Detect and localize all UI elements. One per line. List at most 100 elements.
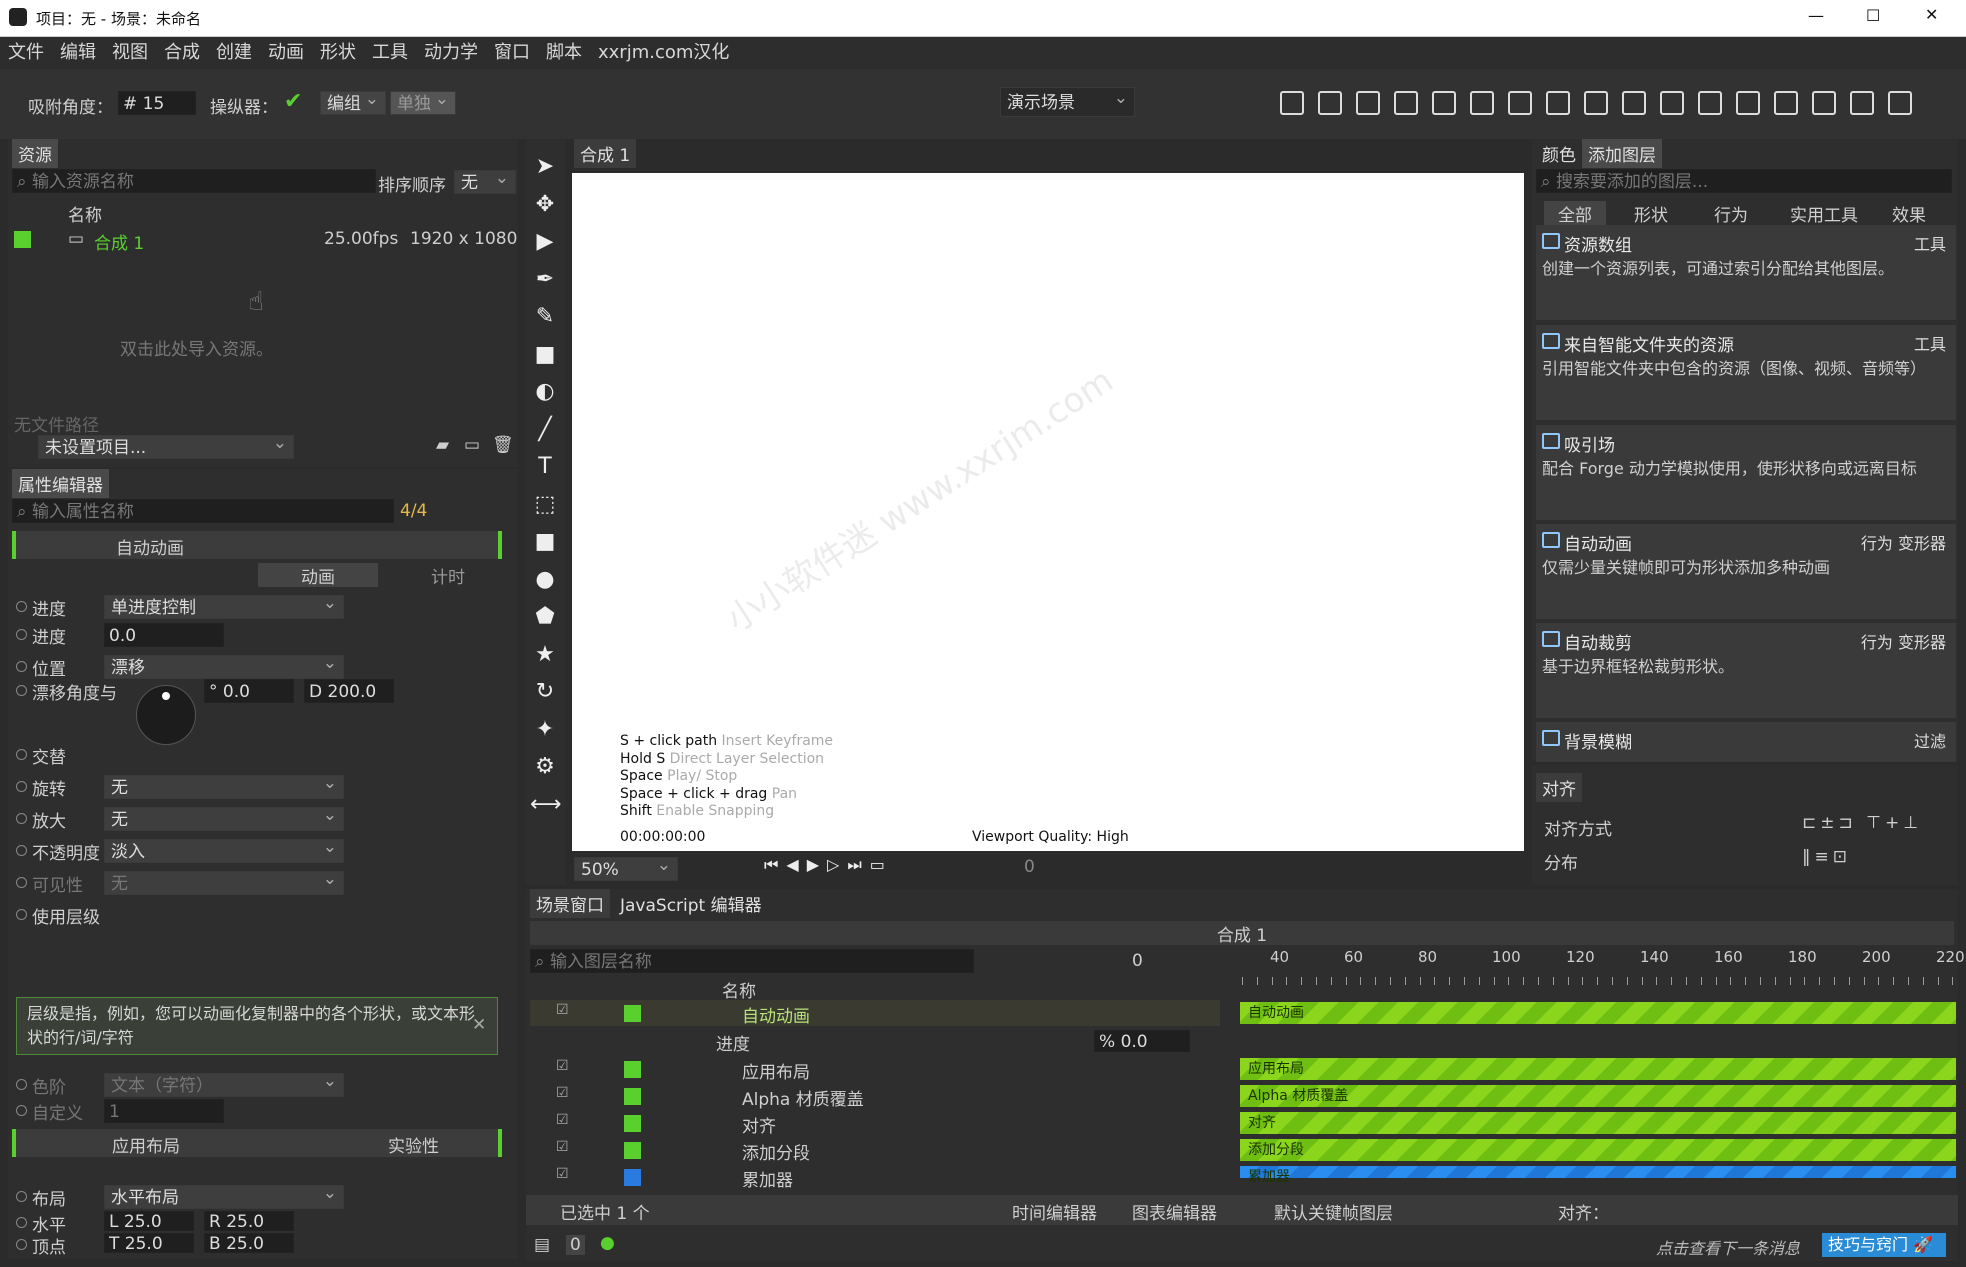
menu-create[interactable]: 创建 xyxy=(208,37,260,69)
menu-script[interactable]: 脚本 xyxy=(538,37,590,69)
timeline-layer-name[interactable]: 累加器 xyxy=(742,1166,793,1191)
visibility-check-icon[interactable]: ☑ xyxy=(556,1139,569,1155)
filter-tab[interactable]: 形状 xyxy=(1620,201,1682,226)
prop-select[interactable]: 无 xyxy=(104,804,344,831)
chart-icon[interactable] xyxy=(1622,91,1646,115)
props-tab[interactable]: 属性编辑器 xyxy=(12,469,109,498)
filter-tab[interactable]: 效果 xyxy=(1878,201,1940,226)
layer-card[interactable]: 资源数组 工具 创建一个资源列表，可通过索引分配给其他图层。 xyxy=(1536,225,1956,320)
menu-view[interactable]: 视图 xyxy=(104,37,156,69)
circle-half-tool-icon[interactable]: ◐ xyxy=(530,377,560,407)
js-editor-tab[interactable]: JavaScript 编辑器 xyxy=(614,889,768,918)
menu-shape[interactable]: 形状 xyxy=(312,37,364,69)
align-tab[interactable]: 对齐 xyxy=(1536,773,1582,802)
manipulator-check-icon[interactable]: ✔ xyxy=(284,89,302,114)
gear-tool-icon[interactable]: ⚙ xyxy=(530,752,560,782)
layer-duration-bar[interactable]: 累加器 xyxy=(1240,1166,1956,1185)
pencil-tool-icon[interactable]: ✎ xyxy=(530,302,560,332)
visibility-check-icon[interactable]: ☑ xyxy=(556,1166,569,1182)
prop-select[interactable]: 水平布局 xyxy=(104,1182,344,1209)
align-buttons-icon[interactable]: ⊏±⊐ ⊤+⊥ xyxy=(1802,813,1922,833)
rectangle-tool-icon[interactable]: ■ xyxy=(530,527,560,557)
drift-dial[interactable] xyxy=(136,685,196,745)
add-layer-tab[interactable]: 添加图层 xyxy=(1582,139,1662,168)
margin-l-field[interactable]: L 25.0 xyxy=(104,1211,194,1231)
anchor-icon[interactable] xyxy=(1660,91,1684,115)
f-frame-icon[interactable] xyxy=(1356,91,1380,115)
layer-card[interactable]: 自动动画 行为 变形器 仅需少量关键帧即可为形状添加多种动画 xyxy=(1536,524,1956,619)
time-editor-button[interactable]: 时间编辑器 xyxy=(1012,1199,1097,1224)
direct-select-tool-icon[interactable]: ▶ xyxy=(530,227,560,257)
visibility-check-icon[interactable]: ☑ xyxy=(556,1058,569,1074)
layer-search-input[interactable]: ⌕ 搜索要添加的图层... xyxy=(1536,169,1952,193)
cube-icon[interactable] xyxy=(1318,91,1342,115)
layer-header[interactable]: 自动动画 xyxy=(12,531,502,559)
align-bar-icon[interactable] xyxy=(1470,91,1494,115)
prop-select[interactable]: 淡入 xyxy=(104,836,344,863)
arrow-right-icon[interactable] xyxy=(1432,91,1456,115)
project-select[interactable]: 未设置项目... xyxy=(38,432,294,459)
tab-animation[interactable]: 动画 xyxy=(258,563,378,588)
asset-search-input[interactable]: ⌕ 输入资源名称 xyxy=(12,169,376,193)
prop-select[interactable]: 漂移 xyxy=(104,652,344,679)
group-button[interactable]: 编组 xyxy=(320,88,386,115)
close-hint-icon[interactable]: ✕ xyxy=(472,1015,486,1035)
prop-radio[interactable] xyxy=(16,909,27,920)
timeline-layer-name[interactable]: 进度 xyxy=(716,1030,750,1055)
prop-radio[interactable] xyxy=(16,845,27,856)
distribute-buttons-icon[interactable]: ‖≡⊡ xyxy=(1802,847,1851,867)
folder-icon[interactable]: ▰ xyxy=(436,435,449,455)
layer-name-search[interactable]: ⌕ 输入图层名称 xyxy=(530,949,974,973)
columns-icon[interactable] xyxy=(1774,91,1798,115)
prop-radio[interactable] xyxy=(16,685,27,696)
visibility-check-icon[interactable]: ☑ xyxy=(556,1002,569,1018)
menu-compose[interactable]: 合成 xyxy=(156,37,208,69)
new-comp-icon[interactable]: ▭ xyxy=(464,435,480,455)
prop-radio[interactable] xyxy=(16,813,27,824)
scene-window-tab[interactable]: 场景窗口 xyxy=(530,889,610,918)
prop-select[interactable]: 无 xyxy=(104,772,344,799)
layer-card[interactable]: 吸引场 配合 Forge 动力学模拟使用，使形状移向或远离目标 xyxy=(1536,425,1956,520)
filter-tab[interactable]: 全部 xyxy=(1544,201,1606,226)
prop-radio[interactable] xyxy=(16,1079,27,1090)
prop-radio[interactable] xyxy=(16,629,27,640)
prop-radio[interactable] xyxy=(16,781,27,792)
prop-field[interactable]: 1 xyxy=(104,1099,224,1123)
margin-t-field[interactable]: T 25.0 xyxy=(104,1233,194,1253)
color-tab[interactable]: 颜色 xyxy=(1536,139,1582,168)
transport-controls[interactable]: ⏮◀▶▷⏭▭ xyxy=(764,855,893,875)
prop-radio[interactable] xyxy=(16,877,27,888)
prop-radio[interactable] xyxy=(16,1239,27,1250)
layer-card[interactable]: 来自智能文件夹的资源 工具 引用智能文件夹中包含的资源（图像、视频、音频等） xyxy=(1536,325,1956,420)
polygon-tool-icon[interactable]: ⬟ xyxy=(530,602,560,632)
layer2-header[interactable]: 应用布局 实验性 xyxy=(12,1129,502,1157)
menu-file[interactable]: 文件 xyxy=(0,37,52,69)
transform-tool-icon[interactable]: ⬚ xyxy=(530,490,560,520)
rotate-icon[interactable] xyxy=(1584,91,1608,115)
drift-angle-field[interactable]: ° 0.0 xyxy=(204,679,294,703)
prop-select[interactable]: 单进度控制 xyxy=(104,592,344,619)
dash-icon[interactable] xyxy=(1546,91,1570,115)
sparkle-tool-icon[interactable]: ✦ xyxy=(530,715,560,745)
margin-b-field[interactable]: B 25.0 xyxy=(204,1233,294,1253)
prop-radio[interactable] xyxy=(16,601,27,612)
rows-icon[interactable] xyxy=(1812,91,1836,115)
dots-icon[interactable] xyxy=(1394,91,1418,115)
timeline-layer-name[interactable]: Alpha 材质覆盖 xyxy=(742,1085,864,1110)
demo-scene-button[interactable]: 演示场景 xyxy=(1000,84,1135,117)
move-icon[interactable] xyxy=(1508,91,1532,115)
menu-credit[interactable]: xxrjm.com汉化 xyxy=(590,37,737,69)
default-kf-layer[interactable]: 默认关键帧图层 xyxy=(1274,1199,1393,1224)
layer-duration-bar[interactable]: 应用布局 xyxy=(1240,1058,1956,1080)
sort-order-select[interactable]: 无 xyxy=(454,167,516,194)
margin-r-field[interactable]: R 25.0 xyxy=(204,1211,294,1231)
single-button[interactable]: 单独 xyxy=(390,88,456,115)
camera-icon[interactable] xyxy=(1888,91,1912,115)
list-icon[interactable] xyxy=(1736,91,1760,115)
table-icon[interactable] xyxy=(1850,91,1874,115)
layer-card[interactable]: 自动裁剪 行为 变形器 基于边界框轻松裁剪形状。 xyxy=(1536,623,1956,718)
graph-editor-button[interactable]: 图表编辑器 xyxy=(1132,1199,1217,1224)
maximize-button[interactable]: ☐ xyxy=(1866,6,1880,25)
select-arrow-tool-icon[interactable]: ➤ xyxy=(530,152,560,182)
move-tool-icon[interactable]: ✥ xyxy=(530,190,560,220)
